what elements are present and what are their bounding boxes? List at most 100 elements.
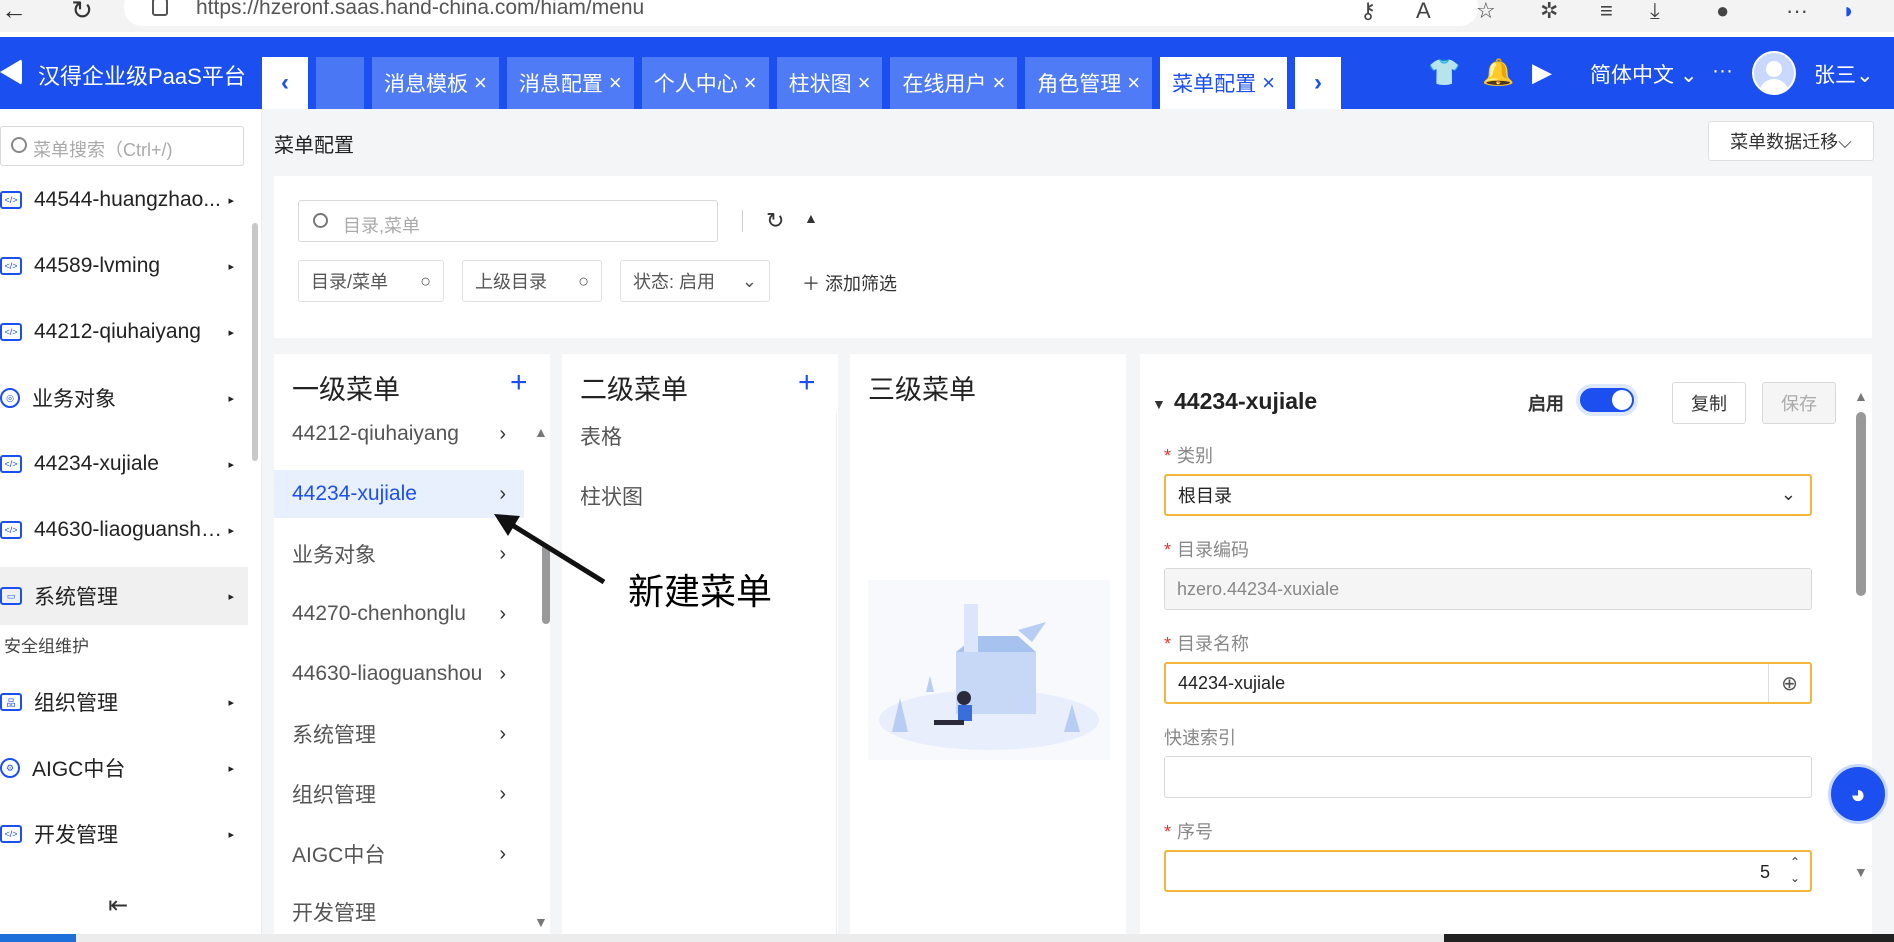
more-icon[interactable]: ··· bbox=[1712, 59, 1733, 83]
bell-icon[interactable]: 🔔 bbox=[1482, 57, 1514, 88]
menu-item-label: 表格 bbox=[580, 426, 622, 449]
sidebar-item-44234[interactable]: </> 44234-xujiale ▸ bbox=[0, 435, 248, 493]
add-filter-button[interactable]: ＋ 添加筛选 bbox=[802, 270, 897, 296]
sidebar-item-aigc[interactable]: ⚙ AIGC中台 ▸ bbox=[0, 739, 248, 797]
field-label: 序号 bbox=[1177, 822, 1214, 842]
close-icon[interactable]: × bbox=[992, 70, 1005, 96]
scroll-up-icon[interactable]: ▲ bbox=[1854, 388, 1868, 404]
key-icon[interactable]: ⚷ bbox=[1360, 0, 1376, 24]
tab-online-users[interactable]: 在线用户 × bbox=[890, 57, 1018, 109]
list-item[interactable]: 开发管理 bbox=[274, 890, 524, 934]
favorite-star-icon[interactable]: ☆ bbox=[1476, 0, 1496, 24]
close-icon[interactable]: × bbox=[474, 70, 487, 96]
sidebar-item-system-management[interactable]: ▭ 系统管理 ▸ bbox=[0, 567, 248, 625]
refresh-icon[interactable]: ↻ bbox=[766, 208, 784, 234]
close-icon[interactable]: × bbox=[1127, 70, 1140, 96]
sidebar-item-label: 44630-liaoguanshou bbox=[34, 518, 224, 541]
list-item[interactable]: 系统管理 › bbox=[274, 710, 524, 758]
order-stepper[interactable]: 5 ⌃ ⌄ bbox=[1164, 850, 1812, 892]
list-item[interactable]: AIGC中台 › bbox=[274, 830, 524, 878]
globe-icon[interactable]: ⊕ bbox=[1768, 664, 1810, 702]
code-field[interactable]: hzero.44234-xuxiale bbox=[1164, 568, 1812, 610]
chevron-right-icon: › bbox=[499, 722, 506, 745]
avatar[interactable] bbox=[1752, 51, 1796, 95]
collapse-sidebar-icon[interactable]: ⇤ bbox=[108, 891, 128, 920]
sidebar-scrollbar[interactable] bbox=[252, 223, 258, 461]
catalog-search-input[interactable]: 目录,菜单 bbox=[298, 200, 718, 242]
list-item[interactable]: 44212-qiuhaiyang › bbox=[274, 410, 524, 458]
save-button[interactable]: 保存 bbox=[1762, 382, 1836, 424]
list-item[interactable]: 44630-liaoguanshou › bbox=[274, 650, 524, 698]
tab-prev-button[interactable]: ‹ bbox=[262, 57, 308, 109]
close-icon[interactable]: × bbox=[858, 70, 871, 96]
caret-down-icon[interactable]: ▼ bbox=[1152, 396, 1166, 412]
read-aloud-icon[interactable]: A bbox=[1416, 0, 1431, 24]
add-level1-button[interactable]: + bbox=[510, 366, 528, 400]
add-level2-button[interactable]: + bbox=[798, 366, 816, 400]
filter-status[interactable]: 状态: 启用 ⌄ bbox=[620, 260, 770, 302]
tab-role-management[interactable]: 角色管理 × bbox=[1025, 57, 1153, 109]
close-icon[interactable]: × bbox=[1262, 70, 1275, 96]
list-item[interactable]: 组织管理 › bbox=[274, 770, 524, 818]
play-icon[interactable]: ▶ bbox=[1532, 57, 1552, 88]
extensions-icon[interactable]: ✲ bbox=[1540, 0, 1558, 24]
copilot-icon[interactable]: ◗ bbox=[1842, 0, 1855, 24]
filter-catalog-menu[interactable]: 目录/菜单 ○ bbox=[298, 260, 444, 302]
search-placeholder: 目录,菜单 bbox=[343, 216, 421, 236]
collapse-up-icon[interactable]: ▲ bbox=[804, 210, 818, 226]
close-icon[interactable]: × bbox=[609, 70, 622, 96]
search-icon: ○ bbox=[420, 270, 431, 291]
back-icon[interactable]: ← bbox=[0, 0, 28, 24]
tab-personal-center[interactable]: 个人中心 × bbox=[641, 57, 769, 109]
download-icon[interactable]: ⤓ bbox=[1650, 0, 1660, 24]
enable-toggle[interactable] bbox=[1576, 384, 1638, 416]
tab-partial[interactable] bbox=[316, 57, 364, 109]
sidebar-item-44630[interactable]: </> 44630-liaoguanshou ▸ bbox=[0, 501, 248, 559]
sidebar-item-44544[interactable]: </> 44544-huangzhao... ▸ bbox=[0, 171, 248, 229]
scroll-down-icon[interactable]: ▼ bbox=[1854, 864, 1868, 880]
quick-index-field[interactable] bbox=[1164, 756, 1812, 798]
browser-menu-icon[interactable]: ··· bbox=[1786, 0, 1808, 24]
assistant-chat-icon[interactable]: ◕ bbox=[1828, 764, 1888, 824]
sidebar-item-business-object[interactable]: ◎ 业务对象 ▸ bbox=[0, 369, 248, 427]
bottom-strip bbox=[0, 934, 1894, 942]
name-field[interactable]: 44234-xujiale ⊕ bbox=[1164, 662, 1812, 704]
sidebar-item-44589[interactable]: </> 44589-lvming ▸ bbox=[0, 237, 248, 295]
sidebar-item-44212[interactable]: </> 44212-qiuhaiyang ▸ bbox=[0, 303, 248, 361]
theme-icon[interactable]: 👕 bbox=[1428, 57, 1460, 88]
copy-button[interactable]: 复制 bbox=[1672, 382, 1746, 424]
category-select[interactable]: 根目录 ⌄ bbox=[1164, 474, 1812, 516]
tab-menu-config[interactable]: 菜单配置 × bbox=[1160, 57, 1288, 109]
page-info-icon[interactable] bbox=[152, 0, 168, 16]
menu-search-input[interactable]: 菜单搜索（Ctrl+/) bbox=[0, 126, 244, 166]
sidebar-subitem-security-group[interactable]: 安全组维护 bbox=[4, 632, 89, 657]
list-item[interactable]: 44270-chenhonglu › bbox=[274, 590, 524, 638]
scroll-down-icon[interactable]: ▼ bbox=[534, 914, 548, 930]
detail-scrollbar[interactable] bbox=[1856, 412, 1866, 596]
reload-icon[interactable]: ↻ bbox=[68, 0, 96, 24]
url-text[interactable]: https://hzeronf.saas.hand-china.com/hiam… bbox=[196, 0, 644, 20]
category-label: * 类别 bbox=[1164, 442, 1213, 468]
collections-icon[interactable]: ≡ bbox=[1600, 0, 1613, 24]
filter-parent-catalog[interactable]: 上级目录 ○ bbox=[462, 260, 602, 302]
user-name[interactable]: 张三⌄ bbox=[1814, 59, 1874, 89]
close-icon[interactable]: × bbox=[744, 70, 757, 96]
sidebar-item-org-management[interactable]: 品组织管理 ▸ bbox=[0, 673, 248, 731]
tab-next-button[interactable]: › bbox=[1295, 57, 1342, 109]
divider bbox=[836, 414, 837, 934]
menu-data-migrate-button[interactable]: 菜单数据迁移⌵ bbox=[1708, 121, 1874, 161]
language-selector[interactable]: 简体中文 ⌄ bbox=[1590, 59, 1697, 89]
required-marker: * bbox=[1164, 822, 1172, 842]
sidebar-item-dev-management[interactable]: </> 开发管理 ▸ bbox=[0, 805, 248, 863]
tab-bar-chart[interactable]: 柱状图 × bbox=[776, 57, 883, 109]
list-item[interactable]: 表格 bbox=[562, 412, 812, 460]
profile-icon[interactable]: ● bbox=[1716, 0, 1729, 24]
tab-message-template[interactable]: 消息模板 × bbox=[372, 57, 499, 109]
code-icon: </> bbox=[0, 455, 22, 473]
search-icon: ○ bbox=[578, 270, 589, 291]
scroll-up-icon[interactable]: ▲ bbox=[534, 424, 548, 440]
tab-message-config[interactable]: 消息配置 × bbox=[506, 57, 634, 109]
list-item-selected[interactable]: 44234-xujiale › bbox=[274, 470, 524, 518]
stepper-arrows-icon[interactable]: ⌃ ⌄ bbox=[1790, 854, 1800, 886]
list-item[interactable]: 业务对象 › bbox=[274, 530, 524, 578]
